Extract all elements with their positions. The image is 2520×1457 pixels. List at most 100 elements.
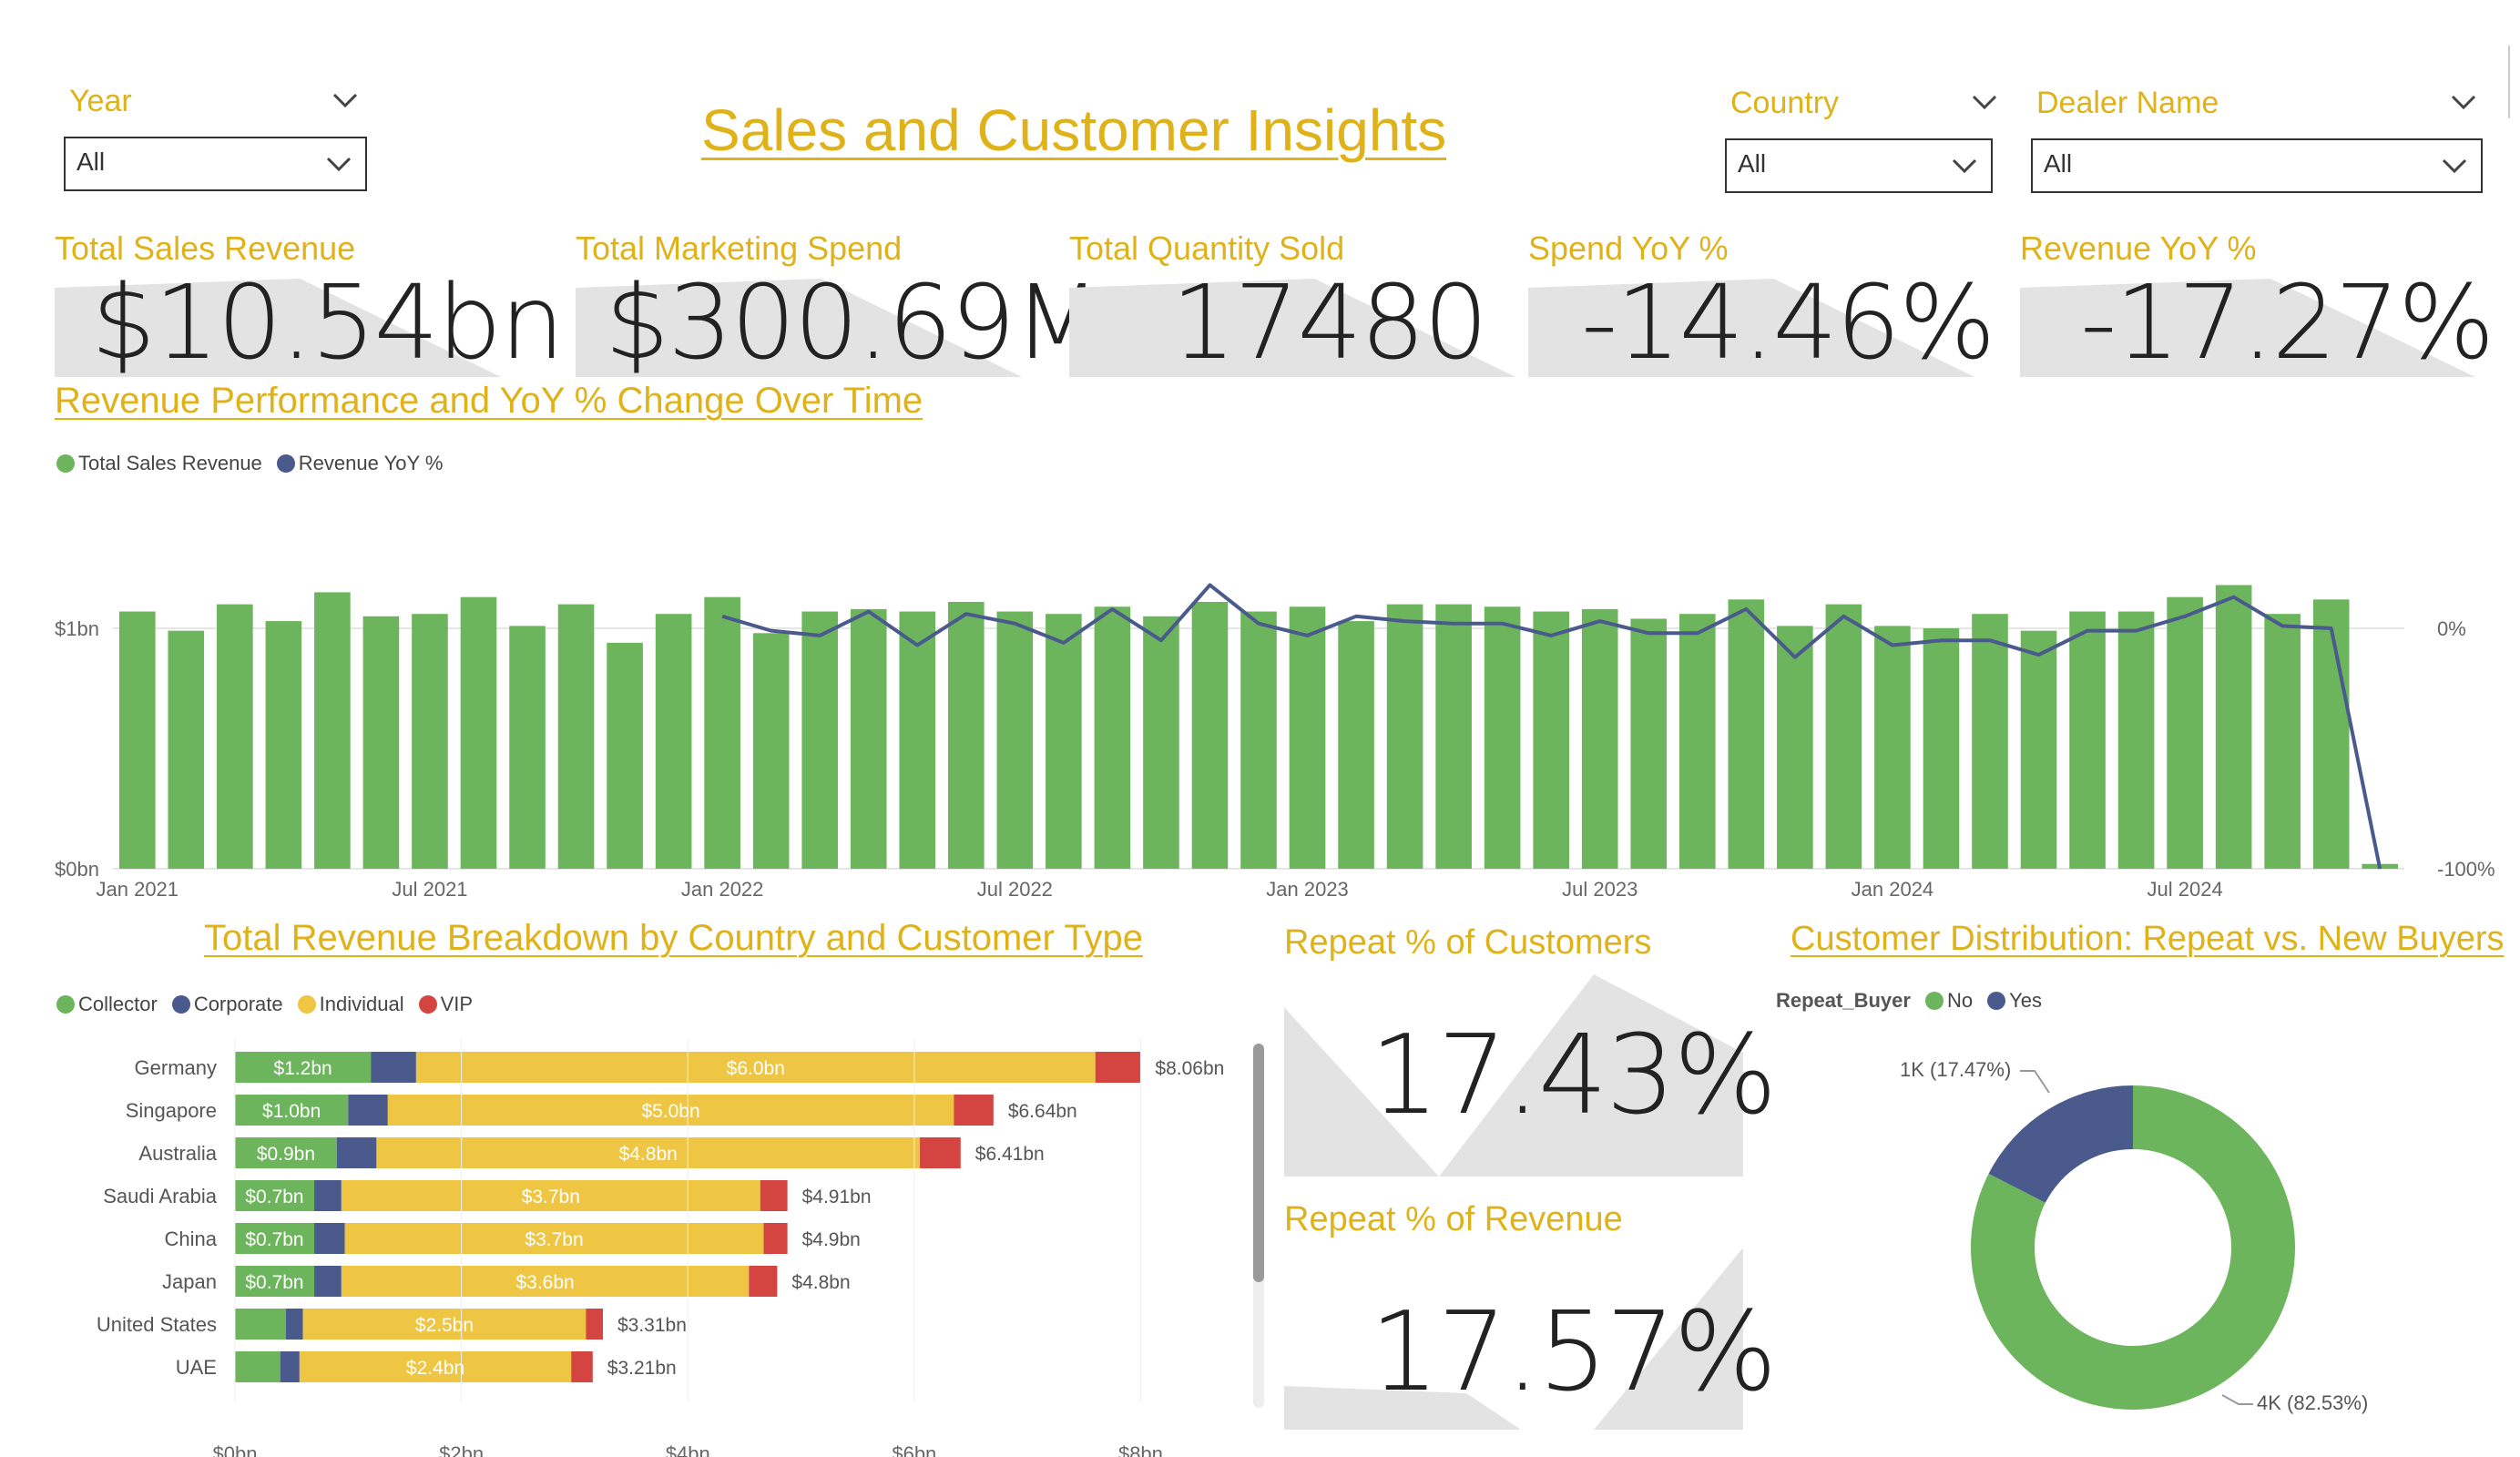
country-chart[interactable]: Germany $1.2bn $6.0bn $8.06bn Singapore $1.0b… bbox=[0, 1038, 1257, 1457]
donut-chart[interactable]: 4K (82.53%) 1K (17.47%) bbox=[1776, 1038, 2520, 1457]
x-tick-label: Jul 2023 bbox=[1562, 878, 1637, 901]
stacked-bar-segment bbox=[954, 1095, 994, 1126]
stacked-bar-segment bbox=[763, 1223, 788, 1254]
segment-data-label: $0.9bn bbox=[257, 1144, 315, 1165]
year-slicer-label: Year bbox=[69, 84, 132, 118]
kpi-label-3: Spend YoY % bbox=[1528, 229, 1729, 267]
stacked-bar-segment bbox=[371, 1052, 416, 1083]
year-dropdown[interactable]: All bbox=[64, 137, 367, 191]
revenue-bar bbox=[362, 616, 400, 869]
stacked-bar-segment bbox=[314, 1223, 345, 1254]
scrollbar-track[interactable] bbox=[1253, 1044, 1264, 1408]
revenue-bar bbox=[509, 626, 546, 869]
revenue-bar bbox=[1678, 614, 1716, 869]
legend-swatch-vip bbox=[418, 995, 437, 1014]
donut-slice-label: 1K (17.47%) bbox=[1900, 1058, 2011, 1081]
stacked-bar-segment bbox=[235, 1309, 286, 1340]
kpi-value-4: -17.27% bbox=[2080, 264, 2494, 382]
revenue-chart-title: Revenue Performance and YoY % Change Ove… bbox=[55, 381, 923, 421]
legend-swatch-collector bbox=[56, 995, 75, 1014]
x-tick-label: $8bn bbox=[1118, 1442, 1163, 1457]
revenue-chart-legend: Total Sales Revenue Revenue YoY % bbox=[56, 452, 452, 475]
revenue-bar bbox=[1728, 599, 1765, 869]
stacked-bar-segment bbox=[1095, 1052, 1141, 1083]
revenue-bar bbox=[1143, 616, 1179, 869]
category-label: United States bbox=[97, 1313, 217, 1336]
page-edge-divider bbox=[2508, 46, 2510, 118]
category-label: Germany bbox=[135, 1056, 217, 1079]
revenue-bar bbox=[1581, 608, 1618, 869]
chevron-down-icon bbox=[2441, 157, 2468, 175]
legend-label-corporate: Corporate bbox=[193, 993, 283, 1015]
stacked-bar-segment bbox=[760, 1180, 788, 1211]
segment-data-label: $6.0bn bbox=[727, 1058, 785, 1079]
revenue-bar bbox=[850, 608, 887, 869]
repeat-customers-label: Repeat % of Customers bbox=[1284, 923, 1652, 962]
x-tick-label: $6bn bbox=[892, 1442, 936, 1457]
repeat-customers-value: 17.43% bbox=[1370, 1013, 1778, 1139]
y-right-tick-label: -100% bbox=[2437, 858, 2495, 881]
stacked-bar-segment bbox=[348, 1095, 388, 1126]
revenue-bar bbox=[1630, 618, 1668, 869]
leader-line bbox=[2221, 1394, 2253, 1405]
segment-data-label: $0.7bn bbox=[245, 1229, 303, 1250]
category-label: China bbox=[165, 1228, 218, 1250]
chevron-down-icon[interactable] bbox=[2450, 93, 2477, 111]
stacked-bar-segment bbox=[280, 1351, 300, 1382]
donut-slice-label: 4K (82.53%) bbox=[2257, 1391, 2368, 1414]
x-tick-label: Jan 2024 bbox=[1852, 878, 1934, 901]
revenue-bar bbox=[2264, 614, 2301, 869]
category-label: Saudi Arabia bbox=[103, 1185, 218, 1207]
revenue-bar bbox=[1240, 611, 1277, 869]
segment-data-label: $3.7bn bbox=[525, 1229, 583, 1250]
legend-label-no: No bbox=[1946, 989, 1974, 1012]
legend-label-vip: VIP bbox=[440, 993, 474, 1015]
legend-swatch-yes bbox=[1987, 992, 2006, 1010]
segment-data-label: $3.6bn bbox=[515, 1272, 574, 1293]
revenue-bar bbox=[1533, 611, 1569, 869]
revenue-bar bbox=[1972, 614, 2008, 869]
revenue-bar bbox=[1338, 621, 1374, 869]
donut-chart-legend: Repeat_Buyer No Yes bbox=[1776, 989, 2051, 1013]
kpi-label-2: Total Quantity Sold bbox=[1069, 229, 1345, 267]
total-data-label: $8.06bn bbox=[1155, 1058, 1224, 1079]
country-dropdown[interactable]: All bbox=[1725, 138, 1993, 193]
kpi-value-1: $300.69M bbox=[605, 264, 1102, 382]
scrollbar-thumb[interactable] bbox=[1253, 1044, 1264, 1282]
y-right-tick-label: 0% bbox=[2437, 617, 2466, 640]
category-label: Japan bbox=[162, 1270, 217, 1293]
segment-data-label: $2.4bn bbox=[406, 1358, 464, 1379]
x-tick-label: Jan 2022 bbox=[681, 878, 764, 901]
revenue-bar bbox=[1046, 614, 1082, 869]
segment-data-label: $1.0bn bbox=[262, 1101, 321, 1122]
revenue-bar bbox=[557, 604, 595, 869]
dealer-slicer-label: Dealer Name bbox=[2036, 86, 2219, 120]
x-tick-label: Jul 2021 bbox=[392, 878, 467, 901]
kpi-value-0: $10.54bn bbox=[91, 264, 565, 382]
dealer-dropdown[interactable]: All bbox=[2031, 138, 2483, 193]
revenue-bar bbox=[265, 621, 302, 869]
kpi-label-4: Revenue YoY % bbox=[2020, 229, 2257, 267]
revenue-chart[interactable]: $1bn $0bn 0% -100% Jan 2021 Jul 2021 Jan 2022 J… bbox=[0, 510, 2520, 902]
total-data-label: $3.21bn bbox=[607, 1358, 677, 1379]
country-slicer-label: Country bbox=[1730, 86, 1840, 120]
revenue-bar bbox=[996, 611, 1034, 869]
revenue-bar bbox=[1874, 626, 1911, 869]
revenue-bar bbox=[655, 614, 692, 869]
stacked-bar-segment bbox=[586, 1309, 603, 1340]
revenue-bar bbox=[314, 592, 351, 869]
segment-data-label: $3.7bn bbox=[522, 1187, 580, 1207]
country-chart-title: Total Revenue Breakdown by Country and C… bbox=[204, 918, 1143, 958]
segment-data-label: $5.0bn bbox=[641, 1101, 699, 1122]
revenue-bar bbox=[1825, 604, 1862, 869]
revenue-bar bbox=[948, 601, 985, 869]
revenue-bar bbox=[1777, 626, 1813, 869]
chevron-down-icon[interactable] bbox=[332, 91, 359, 109]
chevron-down-icon bbox=[1951, 157, 1978, 175]
stacked-bar-segment bbox=[235, 1351, 281, 1382]
repeat-revenue-value: 17.57% bbox=[1370, 1289, 1778, 1416]
stacked-bar-segment bbox=[314, 1180, 342, 1211]
chevron-down-icon[interactable] bbox=[1971, 93, 1998, 111]
revenue-bar bbox=[217, 604, 253, 869]
category-label: Singapore bbox=[126, 1099, 217, 1122]
